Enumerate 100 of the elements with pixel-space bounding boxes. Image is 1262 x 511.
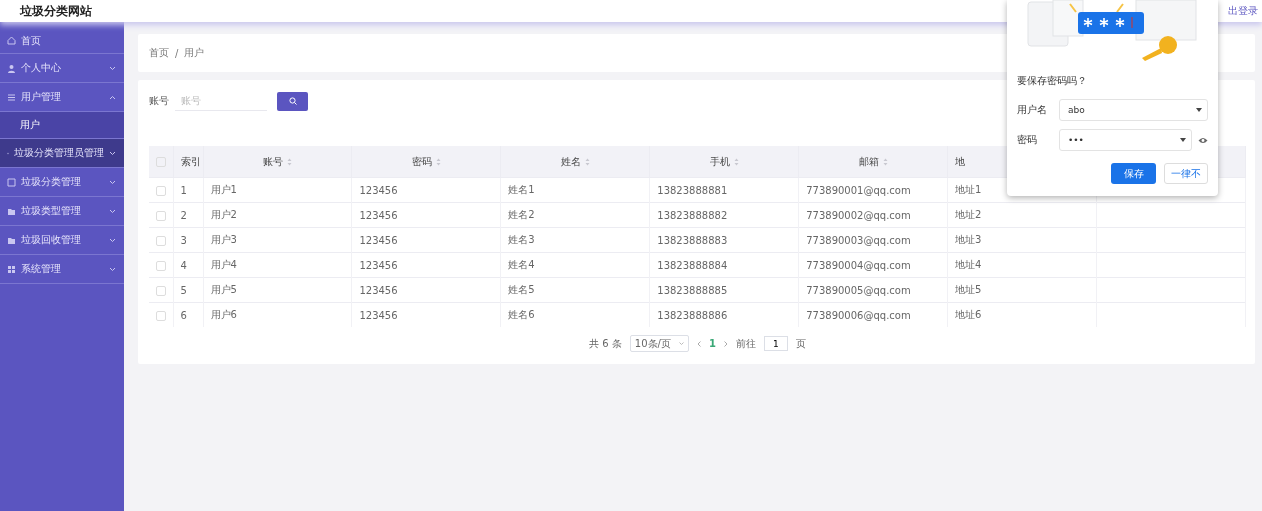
frame-icon	[7, 177, 16, 187]
eye-icon[interactable]	[1198, 136, 1208, 144]
table-cell: 姓名4	[508, 259, 535, 270]
chevron-icon	[678, 342, 684, 345]
column-header[interactable]: 邮箱	[858, 154, 879, 169]
table-cell: 123456	[359, 284, 398, 296]
save-button[interactable]: 保存	[1111, 163, 1156, 184]
home-icon	[7, 36, 16, 45]
table-cell: 1	[180, 184, 187, 196]
chevron-icon	[109, 94, 116, 100]
table-cell: 用户1	[210, 184, 237, 195]
table-cell: 用户4	[210, 259, 237, 270]
table-cell: 773890001@qq.com	[806, 184, 911, 196]
table-cell: 用户2	[210, 209, 237, 220]
table-cell: 123456	[359, 184, 398, 196]
sort-icon[interactable]	[286, 157, 292, 166]
table-cell: 13823888884	[657, 259, 728, 271]
table-cell: 地址4	[955, 259, 982, 270]
sidebar-item[interactable]: 垃圾分类管理	[0, 168, 124, 197]
logout-link[interactable]: 出登录	[1228, 4, 1258, 18]
sidebar-item[interactable]: 首页	[0, 28, 124, 54]
column-header[interactable]: 密码	[411, 154, 432, 169]
column-header[interactable]: 姓名	[560, 154, 581, 169]
checkbox[interactable]	[155, 210, 166, 221]
checkbox[interactable]	[155, 185, 166, 196]
checkbox[interactable]	[155, 157, 166, 167]
grid-icon	[7, 264, 16, 274]
checkbox[interactable]	[155, 260, 166, 271]
table-cell: 6	[180, 309, 187, 321]
table-cell: 123456	[359, 209, 398, 221]
checkbox[interactable]	[155, 310, 166, 321]
table-cell: 13823888882	[657, 209, 728, 221]
sidebar-item[interactable]: 系统管理	[0, 255, 124, 284]
table-cell: 地址2	[955, 209, 982, 220]
table-cell: 13823888881	[657, 184, 728, 196]
chevron-icon	[109, 266, 116, 272]
folder-icon	[7, 206, 16, 216]
table-cell: 13823888883	[657, 234, 728, 246]
previous-page-icon[interactable]	[696, 340, 701, 347]
column-header: 索引	[180, 154, 201, 169]
chevron-icon	[109, 179, 116, 185]
table-cell: 地址5	[955, 284, 982, 295]
breadcrumb-item[interactable]: 用户	[184, 46, 205, 60]
search-button[interactable]	[277, 91, 308, 111]
search-icon	[288, 97, 297, 105]
table-cell: 姓名6	[508, 309, 535, 320]
checkbox[interactable]	[155, 235, 166, 246]
table-cell: 姓名1	[508, 184, 535, 195]
table-cell: 地址1	[955, 184, 982, 195]
sidebar-item[interactable]: 垃圾分类管理员管理	[0, 139, 124, 168]
table-cell: 123456	[359, 309, 398, 321]
next-page-icon[interactable]	[723, 340, 728, 347]
username-field[interactable]: abo	[1059, 99, 1208, 121]
table-cell: 5	[180, 284, 187, 296]
dropdown-icon[interactable]	[1196, 108, 1202, 112]
table-cell: 773890006@qq.com	[806, 309, 911, 321]
table-cell: 123456	[359, 234, 398, 246]
dropdown-icon[interactable]	[1180, 138, 1186, 142]
total-count: 共 6 条	[589, 336, 622, 351]
table-cell: 3	[180, 234, 187, 246]
table-cell: 13823888885	[657, 284, 728, 296]
table-cell: 773890003@qq.com	[806, 234, 911, 246]
breadcrumb-item[interactable]: 首页	[149, 46, 169, 60]
list-icon	[7, 92, 16, 102]
sidebar-item[interactable]: 垃圾回收管理	[0, 226, 124, 255]
checkbox[interactable]	[155, 285, 166, 296]
table-cell: 13823888886	[657, 309, 728, 321]
column-header[interactable]: 账号	[262, 154, 283, 169]
never-button[interactable]: 一律不	[1164, 163, 1208, 184]
column-header[interactable]: 手机	[709, 154, 730, 169]
search-label: 账号	[149, 94, 169, 108]
password-field[interactable]: •••	[1059, 129, 1192, 151]
table-cell: 姓名2	[508, 209, 535, 220]
site-title: 垃圾分类网站	[20, 2, 92, 20]
table-cell: 773890005@qq.com	[806, 284, 911, 296]
page-suffix: 页	[795, 336, 806, 351]
table-cell: 姓名5	[508, 284, 535, 295]
table-cell: 123456	[359, 259, 398, 271]
chevron-icon	[109, 65, 116, 71]
page-input[interactable]: 1	[763, 336, 788, 351]
field-label: 密码	[1017, 133, 1038, 147]
table-cell: 地址6	[955, 309, 982, 320]
goto-label: 前往	[735, 336, 756, 351]
table-cell: 773890002@qq.com	[806, 209, 911, 221]
page-size-select[interactable]: 10条/页	[629, 335, 689, 352]
table-cell: 用户6	[210, 309, 237, 320]
table-cell: 2	[180, 209, 187, 221]
table-cell: 地址3	[955, 234, 982, 245]
table-cell: 用户3	[210, 234, 237, 245]
chevron-icon	[109, 208, 116, 214]
sort-icon[interactable]	[435, 157, 441, 166]
sidebar-subitem[interactable]: 用户	[0, 112, 124, 139]
sidebar-item[interactable]: 个人中心	[0, 54, 124, 83]
table-cell: 4	[180, 259, 187, 271]
sort-icon[interactable]	[733, 157, 739, 166]
sidebar-item[interactable]: 垃圾类型管理	[0, 197, 124, 226]
column-header: 地	[955, 154, 966, 169]
sort-icon[interactable]	[584, 157, 590, 166]
popup-title: 要保存密码吗？	[1017, 74, 1088, 88]
sort-icon[interactable]	[882, 157, 888, 166]
